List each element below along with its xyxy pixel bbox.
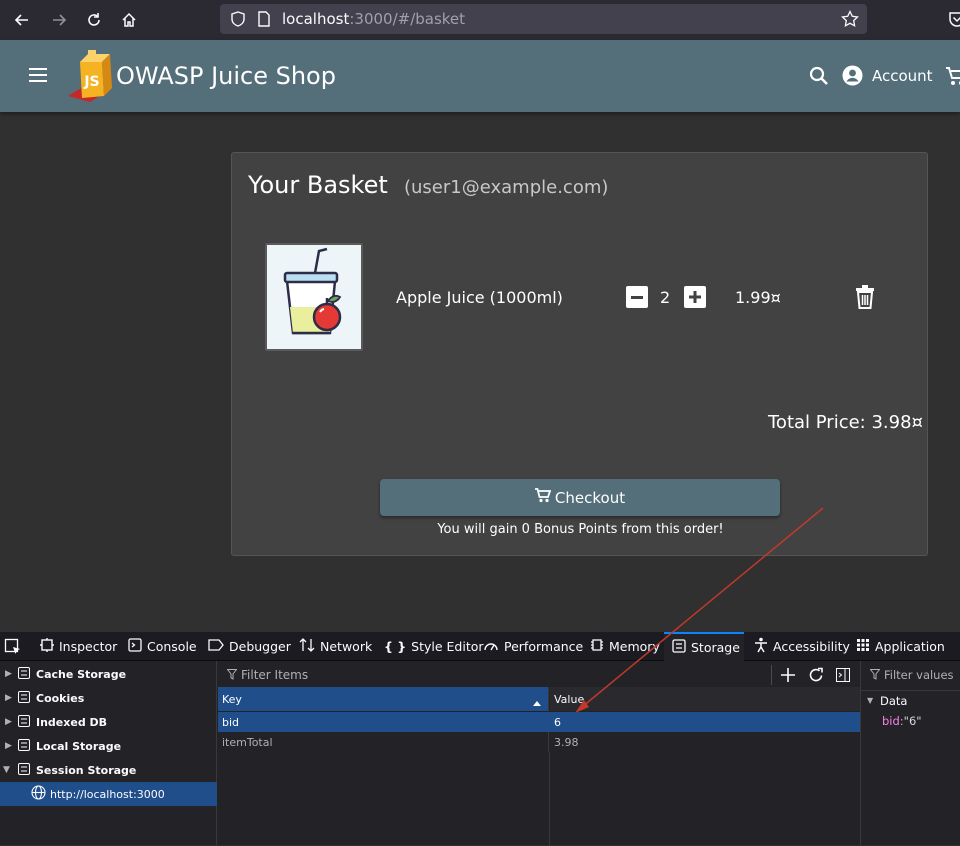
checkout-label: Checkout xyxy=(554,488,626,507)
row-value: 3.98 xyxy=(554,735,579,749)
memory-icon xyxy=(590,638,604,655)
table-row[interactable]: itemTotal 3.98 xyxy=(218,732,860,752)
tree-item-localhost[interactable]: http://localhost:3000 xyxy=(0,782,217,806)
search-icon[interactable] xyxy=(809,66,829,90)
filter-icon xyxy=(869,669,881,683)
debugger-icon xyxy=(208,638,224,655)
style-editor-icon: { } xyxy=(384,639,407,654)
tab-application[interactable]: Application xyxy=(856,632,945,661)
accessibility-icon xyxy=(754,637,768,656)
row-key: itemTotal xyxy=(218,732,549,752)
chevron-down-icon[interactable]: ▼ xyxy=(867,696,873,705)
tab-accessibility[interactable]: Accessibility xyxy=(754,632,850,661)
cart-icon[interactable] xyxy=(946,67,960,91)
item-data-panel: Filter values ▼ Data bid:"6" xyxy=(860,661,960,845)
row-key: bid xyxy=(222,715,240,729)
total-price: Total Price: 3.98¤ xyxy=(768,412,923,433)
tab-storage[interactable]: Storage xyxy=(664,632,744,661)
divider xyxy=(861,690,960,691)
account-icon[interactable] xyxy=(842,65,863,90)
chevron-right-icon: ▶ xyxy=(5,741,12,751)
network-icon xyxy=(299,638,315,655)
tab-debugger[interactable]: Debugger xyxy=(208,632,291,661)
tree-item-session-storage[interactable]: ▼ Session Storage xyxy=(0,758,217,782)
reload-icon[interactable] xyxy=(82,8,106,32)
product-price: 1.99¤ xyxy=(735,288,781,307)
decrease-quantity-button[interactable] xyxy=(626,286,648,312)
tab-console[interactable]: Console xyxy=(128,632,197,661)
increase-quantity-button[interactable] xyxy=(684,286,706,312)
row-value: 6 xyxy=(554,715,561,729)
shield-icon[interactable] xyxy=(230,11,246,31)
storage-icon xyxy=(672,639,686,656)
table-row[interactable]: bid 6 xyxy=(218,712,860,732)
pick-element-icon[interactable] xyxy=(4,632,22,661)
globe-icon xyxy=(31,785,46,803)
cart-icon xyxy=(534,488,552,507)
storage-tree: ▶ Cache Storage ▶ Cookies ▶ Indexed DB ▶… xyxy=(0,661,217,845)
home-icon[interactable] xyxy=(117,8,141,32)
quantity-value: 2 xyxy=(660,288,671,307)
chevron-right-icon: ▶ xyxy=(5,669,12,679)
chevron-down-icon: ▼ xyxy=(3,765,10,775)
column-header-value[interactable]: Value xyxy=(550,687,860,711)
tree-item-local-storage[interactable]: ▶ Local Storage xyxy=(0,734,217,758)
tab-performance[interactable]: Performance xyxy=(483,632,583,661)
application-icon xyxy=(856,638,870,655)
data-entry: bid:"6" xyxy=(882,714,922,728)
url-text[interactable]: localhost:3000/#/basket xyxy=(282,10,465,28)
app-title[interactable]: OWASP Juice Shop xyxy=(116,62,336,90)
tab-inspector[interactable]: Inspector xyxy=(40,632,117,661)
bookmark-star-icon[interactable] xyxy=(841,9,859,32)
tree-item-cookies[interactable]: ▶ Cookies xyxy=(0,686,217,710)
browser-toolbar: localhost:3000/#/basket xyxy=(0,0,960,40)
storage-icon xyxy=(18,762,30,778)
forward-icon[interactable] xyxy=(47,8,71,32)
checkout-button[interactable]: Checkout xyxy=(380,479,780,516)
basket-user-email: (user1@example.com) xyxy=(404,177,609,198)
bonus-points-text: You will gain 0 Bonus Points from this o… xyxy=(437,522,724,537)
menu-icon[interactable] xyxy=(28,66,48,88)
devtools-tabbar: Inspector Console Debugger Network { } S… xyxy=(0,632,960,661)
devtools-panel: Inspector Console Debugger Network { } S… xyxy=(0,632,960,846)
address-bar[interactable]: localhost:3000/#/basket xyxy=(220,4,867,34)
app-toolbar: JS OWASP Juice Shop Account xyxy=(0,40,960,112)
tab-memory[interactable]: Memory xyxy=(590,632,660,661)
pocket-icon[interactable] xyxy=(948,10,960,32)
toolbar-divider xyxy=(771,665,772,685)
refresh-icon[interactable] xyxy=(808,667,824,686)
column-divider xyxy=(549,752,550,846)
column-header-key[interactable]: Key xyxy=(218,687,549,711)
tree-item-cache-storage[interactable]: ▶ Cache Storage xyxy=(0,662,217,686)
basket-title: Your Basket xyxy=(248,171,388,199)
add-item-icon[interactable] xyxy=(780,667,796,686)
storage-icon xyxy=(18,690,30,706)
page-info-icon[interactable] xyxy=(257,11,271,31)
console-icon xyxy=(128,638,142,655)
delete-item-button[interactable] xyxy=(855,285,875,313)
chevron-right-icon: ▶ xyxy=(5,717,12,727)
product-name: Apple Juice (1000ml) xyxy=(396,288,563,307)
tree-item-indexed-db[interactable]: ▶ Indexed DB xyxy=(0,710,217,734)
svg-text:JS: JS xyxy=(83,74,99,90)
filter-icon xyxy=(226,669,238,683)
chevron-right-icon: ▶ xyxy=(5,693,12,703)
performance-icon xyxy=(483,638,499,655)
tab-network[interactable]: Network xyxy=(299,632,372,661)
data-section-header: Data xyxy=(880,694,908,708)
inspector-icon xyxy=(40,638,54,655)
back-icon[interactable] xyxy=(10,8,34,32)
storage-icon xyxy=(18,666,30,682)
filter-items-input[interactable]: Filter Items xyxy=(241,668,308,682)
account-button-label[interactable]: Account xyxy=(872,67,933,85)
product-image xyxy=(265,243,363,351)
sort-arrow-icon xyxy=(533,696,541,709)
filter-values-input[interactable]: Filter values xyxy=(884,668,954,682)
basket-card: Your Basket (user1@example.com) Apple Ju… xyxy=(231,152,928,556)
tab-style-editor[interactable]: { } Style Editor xyxy=(384,632,484,661)
storage-icon xyxy=(18,738,30,754)
toggle-sidebar-icon[interactable] xyxy=(836,668,850,685)
juice-shop-logo[interactable]: JS xyxy=(66,50,116,108)
storage-icon xyxy=(18,714,30,730)
